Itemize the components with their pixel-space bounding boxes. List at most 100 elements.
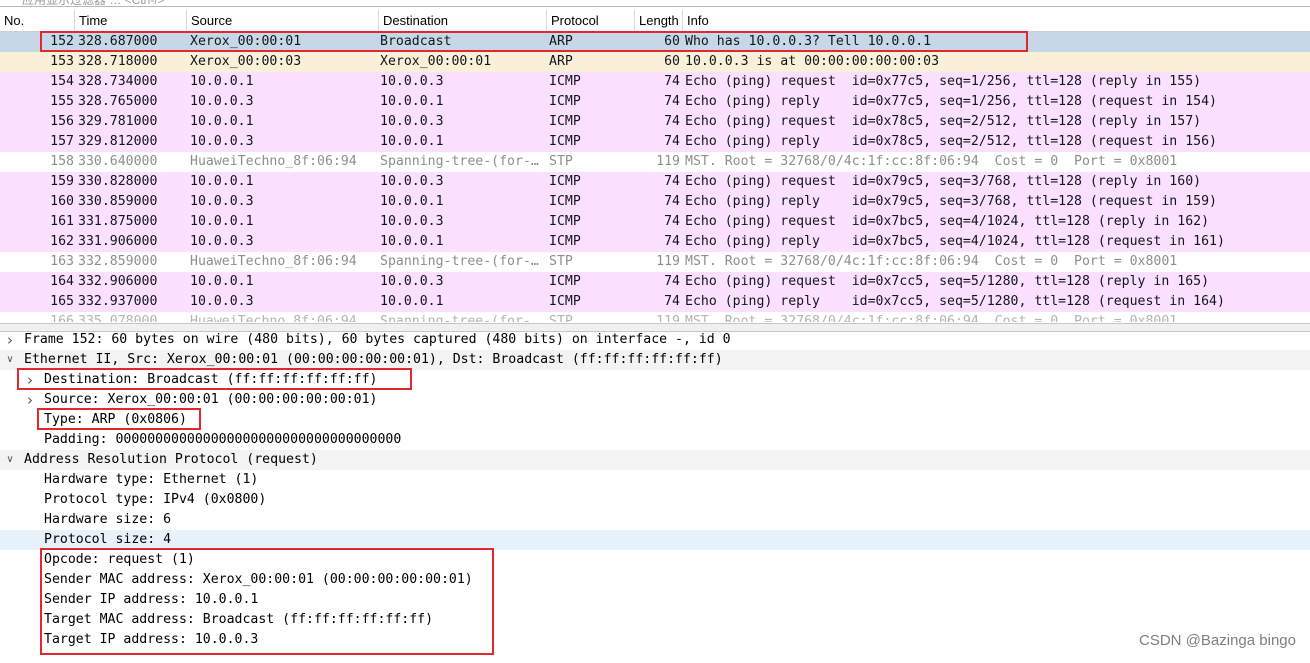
detail-tree-item[interactable]: Target MAC address: Broadcast (ff:ff:ff:… — [0, 610, 1310, 630]
packet-destination: 10.0.0.3 — [380, 114, 444, 129]
column-header-length[interactable]: Length — [634, 10, 682, 31]
chevron-down-icon[interactable]: ∨ — [3, 350, 17, 370]
chevron-right-icon[interactable]: › — [23, 390, 37, 410]
detail-tree-item-label: Opcode: request (1) — [44, 552, 195, 567]
packet-row[interactable]: 154 328.734000 10.0.0.1 10.0.0.3 ICMP 74 Echo … — [0, 72, 1310, 92]
detail-tree-item[interactable]: Protocol type: IPv4 (0x0800) — [0, 490, 1310, 510]
detail-tree-item[interactable]: Sender IP address: 10.0.0.1 — [0, 590, 1310, 610]
packet-time: 328.765000 — [78, 94, 158, 109]
packet-info: Echo (ping) request id=0x77c5, seq=1/256… — [685, 74, 1202, 89]
packet-details-tree[interactable]: › Frame 152: 60 bytes on wire (480 bits),… — [0, 330, 1310, 663]
packet-destination: 10.0.0.3 — [380, 74, 444, 89]
detail-tree-item[interactable]: ∨ Address Resolution Protocol (request) — [0, 450, 1310, 470]
detail-tree-item-label: Destination: Broadcast (ff:ff:ff:ff:ff:f… — [44, 372, 378, 387]
detail-tree-item-label: Address Resolution Protocol (request) — [24, 452, 318, 467]
chevron-down-icon[interactable]: ∨ — [3, 450, 17, 470]
detail-tree-item[interactable]: Type: ARP (0x0806) — [0, 410, 1310, 430]
packet-length: 119 — [656, 154, 680, 169]
detail-tree-item[interactable]: Target IP address: 10.0.0.3 — [0, 630, 1310, 650]
packet-destination: 10.0.0.1 — [380, 94, 444, 109]
packet-protocol: STP — [549, 314, 573, 322]
detail-tree-item[interactable]: Hardware size: 6 — [0, 510, 1310, 530]
packet-info: Echo (ping) request id=0x79c5, seq=3/768… — [685, 174, 1202, 189]
packet-row[interactable]: 162 331.906000 10.0.0.3 10.0.0.1 ICMP 74 Echo … — [0, 232, 1310, 252]
packet-row[interactable]: 163 332.859000 HuaweiTechno_8f:06:94 Spanni… — [0, 252, 1310, 272]
packet-rows: 152 328.687000 Xerox_00:00:01 Broadcast ARP 6… — [0, 32, 1310, 322]
chevron-right-icon[interactable]: › — [23, 370, 37, 390]
packet-destination: 10.0.0.3 — [380, 274, 444, 289]
packet-length: 60 — [664, 34, 680, 49]
detail-tree-item[interactable]: Hardware type: Ethernet (1) — [0, 470, 1310, 490]
detail-tree-item[interactable]: Sender MAC address: Xerox_00:00:01 (00:0… — [0, 570, 1310, 590]
column-header-time[interactable]: Time — [74, 10, 186, 31]
packet-length: 74 — [664, 274, 680, 289]
packet-row[interactable]: 157 329.812000 10.0.0.3 10.0.0.1 ICMP 74 Echo … — [0, 132, 1310, 152]
packet-source: 10.0.0.3 — [190, 194, 254, 209]
packet-list-header: No. Time Source Destination Protocol Len… — [0, 10, 1310, 32]
column-header-no[interactable]: No. — [0, 10, 74, 31]
packet-destination: 10.0.0.3 — [380, 174, 444, 189]
packet-info: Echo (ping) reply id=0x77c5, seq=1/256, … — [685, 94, 1217, 109]
detail-tree-item[interactable]: Opcode: request (1) — [0, 550, 1310, 570]
packet-destination: 10.0.0.1 — [380, 294, 444, 309]
packet-protocol: ICMP — [549, 94, 581, 109]
packet-time: 329.781000 — [78, 114, 158, 129]
packet-row[interactable]: 155 328.765000 10.0.0.3 10.0.0.1 ICMP 74 Echo … — [0, 92, 1310, 112]
packet-destination: 10.0.0.1 — [380, 234, 444, 249]
packet-row[interactable]: 164 332.906000 10.0.0.1 10.0.0.3 ICMP 74 Echo … — [0, 272, 1310, 292]
packet-row[interactable]: 161 331.875000 10.0.0.1 10.0.0.3 ICMP 74 Echo … — [0, 212, 1310, 232]
packet-source: 10.0.0.3 — [190, 234, 254, 249]
packet-length: 60 — [664, 54, 680, 69]
detail-tree-item-label: Source: Xerox_00:00:01 (00:00:00:00:00:0… — [44, 392, 378, 407]
detail-tree-item[interactable]: ∨ Ethernet II, Src: Xerox_00:00:01 (00:00… — [0, 350, 1310, 370]
packet-no: 159 — [50, 174, 74, 189]
display-filter-bar[interactable]: 应用显示过滤器 … <Ctrl-/> — [0, 0, 1310, 7]
packet-source: 10.0.0.1 — [190, 174, 254, 189]
detail-tree-item-label: Padding: 0000000000000000000000000000000… — [44, 432, 402, 447]
detail-tree-item[interactable]: › Destination: Broadcast (ff:ff:ff:ff:ff:… — [0, 370, 1310, 390]
detail-tree-item[interactable]: Padding: 0000000000000000000000000000000… — [0, 430, 1310, 450]
packet-row[interactable]: 158 330.640000 HuaweiTechno_8f:06:94 Spanni… — [0, 152, 1310, 172]
packet-time: 330.640000 — [78, 154, 158, 169]
detail-tree-item[interactable]: › Frame 152: 60 bytes on wire (480 bits),… — [0, 330, 1310, 350]
packet-time: 328.734000 — [78, 74, 158, 89]
chevron-right-icon[interactable]: › — [3, 330, 17, 350]
column-header-protocol[interactable]: Protocol — [546, 10, 634, 31]
packet-source: 10.0.0.1 — [190, 274, 254, 289]
packet-row[interactable]: 165 332.937000 10.0.0.3 10.0.0.1 ICMP 74 Echo … — [0, 292, 1310, 312]
packet-source: HuaweiTechno_8f:06:94 — [190, 254, 357, 269]
packet-length: 74 — [664, 194, 680, 209]
packet-row[interactable]: 166 335.078000 HuaweiTechno_8f:06:94 Spanni… — [0, 312, 1310, 322]
packet-source: Xerox_00:00:01 — [190, 34, 302, 49]
packet-protocol: STP — [549, 154, 573, 169]
packet-row[interactable]: 160 330.859000 10.0.0.3 10.0.0.1 ICMP 74 Echo … — [0, 192, 1310, 212]
packet-destination: Spanning-tree-(for-… — [380, 254, 539, 269]
packet-info: Echo (ping) request id=0x78c5, seq=2/512… — [685, 114, 1202, 129]
packet-no: 157 — [50, 134, 74, 149]
packet-row[interactable]: 159 330.828000 10.0.0.1 10.0.0.3 ICMP 74 Echo … — [0, 172, 1310, 192]
detail-tree-item-label: Protocol size: 4 — [44, 532, 172, 547]
packet-destination: 10.0.0.3 — [380, 214, 444, 229]
packet-row[interactable]: 153 328.718000 Xerox_00:00:03 Xerox_00:00:0… — [0, 52, 1310, 72]
column-header-destination[interactable]: Destination — [378, 10, 546, 31]
display-filter-placeholder: 应用显示过滤器 … <Ctrl-/> — [22, 0, 165, 7]
packet-protocol: ICMP — [549, 194, 581, 209]
watermark-text: CSDN @Bazinga bingo — [1139, 632, 1296, 649]
packet-info: MST. Root = 32768/0/4c:1f:cc:8f:06:94 Co… — [685, 254, 1178, 269]
detail-tree-item-label: Frame 152: 60 bytes on wire (480 bits), … — [24, 332, 731, 347]
packet-info: Echo (ping) reply id=0x79c5, seq=3/768, … — [685, 194, 1217, 209]
detail-tree-item[interactable]: Protocol size: 4 — [0, 530, 1310, 550]
packet-info: Echo (ping) request id=0x7cc5, seq=5/128… — [685, 274, 1210, 289]
detail-tree-item-label: Type: ARP (0x0806) — [44, 412, 187, 427]
packet-row[interactable]: 152 328.687000 Xerox_00:00:01 Broadcast ARP 6… — [0, 32, 1310, 52]
detail-tree-item[interactable]: › Source: Xerox_00:00:01 (00:00:00:00:00:… — [0, 390, 1310, 410]
packet-row[interactable]: 156 329.781000 10.0.0.1 10.0.0.3 ICMP 74 Echo … — [0, 112, 1310, 132]
packet-time: 332.937000 — [78, 294, 158, 309]
packet-length: 74 — [664, 174, 680, 189]
packet-info: MST. Root = 32768/0/4c:1f:cc:8f:06:94 Co… — [685, 314, 1178, 322]
packet-list[interactable]: No. Time Source Destination Protocol Len… — [0, 10, 1310, 322]
column-header-info[interactable]: Info — [682, 10, 1310, 31]
column-header-source[interactable]: Source — [186, 10, 378, 31]
packet-source: HuaweiTechno_8f:06:94 — [190, 154, 357, 169]
packet-length: 74 — [664, 214, 680, 229]
